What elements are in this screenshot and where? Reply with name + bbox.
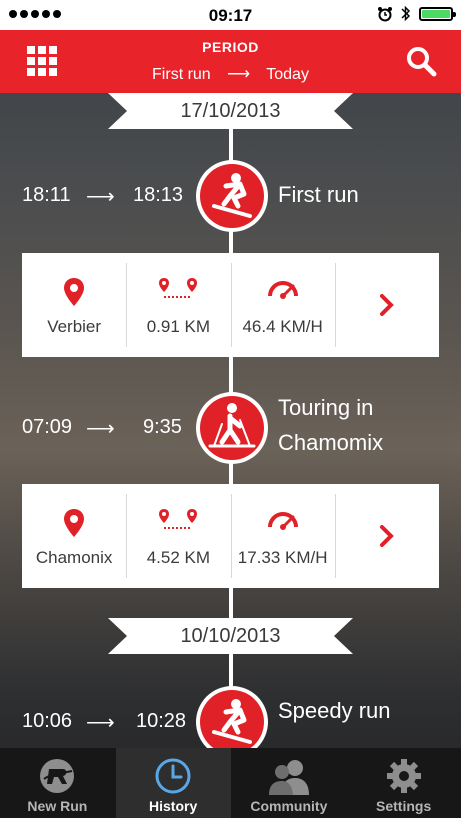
distance-cell: 0.91 KM (126, 253, 230, 357)
rossignol-logo-icon (40, 759, 75, 793)
chevron-right-icon (379, 294, 394, 316)
run-name: Speedy run (278, 698, 391, 723)
tab-bar: New Run History Community Settings (0, 748, 461, 818)
speed-cell: 17.33 KM/H (230, 484, 335, 588)
battery-icon (419, 6, 456, 21)
snowboard-icon (196, 160, 268, 232)
run-arrow: ⟶ (86, 186, 115, 208)
clock-icon (155, 758, 191, 794)
snowboard-icon (196, 686, 268, 752)
run-start-time: 10:06 (22, 710, 73, 732)
tab-label: New Run (27, 798, 88, 814)
search-icon[interactable] (405, 45, 437, 77)
location-pin-icon (64, 278, 85, 306)
people-icon (268, 760, 309, 795)
gear-icon (386, 759, 421, 793)
tab-community[interactable]: Community (232, 748, 347, 818)
run-end-time: 9:35 (143, 416, 182, 438)
date-banner: 10/10/2013 (108, 618, 353, 654)
speed-cell: 46.4 KM/H (230, 253, 335, 357)
period-to: Today (266, 66, 309, 83)
run-header[interactable]: 07:09 ⟶ 9:35 Touring in Chamomix (0, 388, 461, 468)
distance-value: 4.52 KM (146, 548, 211, 567)
run-name-line1: Touring in (278, 395, 374, 420)
chevron-right-icon (379, 525, 394, 547)
period-title: PERIOD (202, 39, 259, 55)
run-arrow: ⟶ (86, 712, 115, 734)
speed-value: 46.4 KM/H (242, 317, 323, 336)
tab-label: Community (250, 798, 328, 814)
speedometer-icon (267, 281, 298, 299)
run-header[interactable]: 10:06 ⟶ 10:28 Speedy run (0, 682, 461, 752)
run-arrow: ⟶ (86, 418, 115, 440)
distance-icon (159, 278, 198, 298)
location-value: Chamonix (35, 548, 113, 567)
date-label: 10/10/2013 (180, 625, 281, 647)
date-banner: 17/10/2013 (108, 93, 353, 129)
run-name: First run (278, 182, 359, 207)
status-bar: 09:17 (0, 0, 461, 30)
bluetooth-icon (401, 5, 411, 22)
tab-history[interactable]: History (115, 748, 231, 818)
run-stats-card: Verbier 0.91 KM 46.4 KM/H (22, 253, 439, 357)
run-start-time: 07:09 (22, 416, 73, 438)
location-pin-icon (64, 509, 85, 537)
location-value: Verbier (47, 317, 102, 336)
tab-new-run[interactable]: New Run (0, 748, 115, 818)
tab-label: History (149, 798, 198, 814)
tab-label: Settings (376, 798, 432, 814)
location-cell: Verbier (22, 253, 126, 357)
distance-value: 0.91 KM (146, 317, 211, 336)
speedometer-icon (267, 512, 298, 530)
distance-cell: 4.52 KM (126, 484, 230, 588)
app-header: PERIOD First run ⟶ Today (0, 30, 461, 93)
run-end-time: 10:28 (136, 710, 187, 732)
date-label: 17/10/2013 (180, 100, 281, 122)
run-name-line2: Chamomix (278, 430, 384, 455)
run-stats-card: Chamonix 4.52 KM 17.33 KM/H (22, 484, 439, 588)
run-details-button[interactable] (334, 253, 439, 357)
period-from: First run (152, 66, 211, 83)
location-cell: Chamonix (22, 484, 126, 588)
distance-icon (159, 509, 198, 529)
run-header[interactable]: 18:11 ⟶ 18:13 First run (0, 156, 461, 236)
run-details-button[interactable] (334, 484, 439, 588)
run-end-time: 18:13 (133, 184, 184, 206)
period-range[interactable]: First run ⟶ Today (0, 64, 461, 84)
alarm-icon (378, 6, 392, 21)
speed-value: 17.33 KM/H (237, 548, 328, 567)
run-start-time: 18:11 (22, 184, 71, 206)
ski-touring-icon (196, 392, 268, 464)
tab-settings[interactable]: Settings (346, 748, 461, 818)
period-arrow: ⟶ (227, 66, 251, 83)
